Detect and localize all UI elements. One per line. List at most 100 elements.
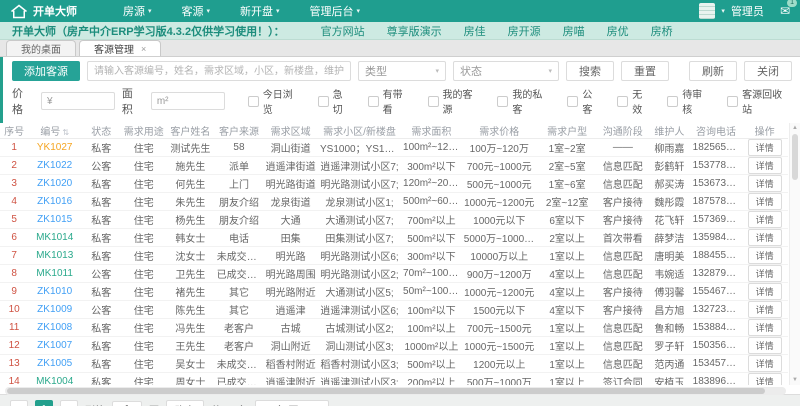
cell-phone: 1327232... (690, 300, 742, 319)
search-button[interactable]: 搜索 (566, 61, 614, 81)
cell-stage: 客户接待 (597, 192, 649, 211)
detail-button[interactable]: 详情 (747, 139, 782, 156)
nav-menu-listings[interactable]: 房源 ▾ (123, 3, 152, 19)
mail-icon[interactable]: ✉ 1 (780, 0, 797, 18)
detail-button[interactable]: 详情 (747, 283, 782, 300)
detail-button[interactable]: 详情 (747, 355, 782, 372)
detail-button[interactable]: 详情 (747, 247, 782, 264)
detail-button[interactable]: 详情 (747, 337, 782, 354)
page-1-button[interactable]: 1 (35, 400, 53, 406)
detail-button[interactable]: 详情 (747, 211, 782, 228)
nav-menu-clients[interactable]: 客源 ▾ (182, 3, 211, 19)
cell-usage: 住宅 (121, 138, 167, 157)
status-select[interactable]: 状态 ▾ (453, 61, 559, 81)
scroll-up-icon[interactable]: ▲ (790, 123, 800, 133)
sort-icon[interactable]: ⇅ (62, 128, 69, 137)
cell-source: 老客户 (214, 336, 264, 355)
filter-checkbox-recycle-bin[interactable]: 客源回收站 (727, 86, 792, 116)
cell-layout: 2室~12室 (536, 192, 598, 211)
banner-link-premium-demo[interactable]: 尊享版演示 (387, 23, 442, 39)
scroll-down-icon[interactable]: ▼ (790, 375, 800, 385)
banner-link-fangyou[interactable]: 房优 (607, 23, 629, 39)
cell-region: 田集 (263, 228, 318, 247)
nav-menu-admin-backend[interactable]: 管理后台 ▾ (310, 3, 361, 19)
vertical-scrollbar-thumb[interactable] (792, 134, 798, 180)
cell-no: 2 (0, 156, 29, 175)
detail-button[interactable]: 详情 (747, 373, 782, 385)
app-logo[interactable]: 开单大师 (10, 3, 77, 19)
close-button[interactable]: 关闭 (744, 61, 792, 81)
table-row: 13 ZK1005 私客 住宅 吴女士 未成交客... 稻香村附近 稻香村测试小区3; 500m… (0, 354, 788, 373)
client-code-link[interactable]: ZK1010 (37, 286, 72, 297)
banner-link-fangkaiyuan[interactable]: 房开源 (508, 23, 541, 39)
client-code-link[interactable]: ZK1005 (37, 358, 72, 369)
area-input[interactable] (173, 94, 224, 108)
add-client-button[interactable]: 添加客源 (12, 61, 80, 81)
cell-price: 700元~1000元 (461, 156, 537, 175)
price-input-wrap: ¥ (40, 92, 115, 110)
detail-button[interactable]: 详情 (747, 175, 782, 192)
client-code-link[interactable]: ZK1008 (37, 322, 72, 333)
detail-button[interactable]: 详情 (747, 265, 782, 282)
cell-source: 未成交客... (214, 246, 264, 265)
nav-menu-label: 客源 (181, 6, 204, 18)
cell-usage: 住宅 (121, 318, 167, 337)
horizontal-scrollbar[interactable] (5, 387, 786, 395)
client-code-link[interactable]: YK1027 (37, 142, 73, 153)
client-code-link[interactable]: ZK1022 (37, 160, 72, 171)
detail-button[interactable]: 详情 (747, 301, 782, 318)
prev-page-button[interactable]: ‹ (10, 400, 28, 406)
page-size-select[interactable]: 30 条/页 ▾ (254, 400, 329, 406)
client-code-link[interactable]: ZK1015 (37, 214, 72, 225)
detail-button[interactable]: 详情 (747, 229, 782, 246)
client-code-link[interactable]: ZK1020 (37, 178, 72, 189)
cell-phone: 1875784... (690, 192, 742, 211)
confirm-page-button[interactable]: 确定 (166, 400, 204, 406)
filter-checkbox-pending-review[interactable]: 待审核 (667, 86, 712, 116)
price-input[interactable] (57, 94, 114, 108)
search-input[interactable] (87, 61, 351, 81)
banner-link-fangjia[interactable]: 房佳 (464, 23, 486, 39)
cell-name: 施先生 (166, 156, 215, 175)
filter-checkbox-my-clients[interactable]: 我的客源 (427, 86, 483, 116)
detail-button[interactable]: 详情 (747, 193, 782, 210)
close-icon[interactable]: × (141, 44, 146, 54)
goto-page-input[interactable] (112, 400, 142, 406)
avatar[interactable] (699, 3, 716, 19)
cell-code: ZK1010 (28, 282, 82, 301)
cell-layout: 4室以上 (536, 282, 598, 301)
horizontal-scrollbar-thumb[interactable] (7, 388, 765, 394)
type-select[interactable]: 类型 ▾ (358, 61, 446, 81)
cell-community: 龙泉测试小区1; (317, 192, 402, 211)
filter-checkbox-has-showing[interactable]: 有带看 (367, 86, 413, 116)
filter-checkbox-my-private-clients[interactable]: 我的私客 (497, 86, 552, 116)
banner-link-fangqiao[interactable]: 房桥 (651, 23, 673, 39)
client-code-link[interactable]: MK1004 (36, 376, 73, 385)
current-user[interactable]: 管理员 (731, 3, 764, 19)
filter-checkbox-public-clients[interactable]: 公客 (567, 86, 602, 116)
vertical-scrollbar[interactable]: ▲ ▼ (789, 123, 800, 385)
filter-checkbox-today-viewed[interactable]: 今日浏览 (247, 86, 303, 116)
client-code-link[interactable]: MK1013 (36, 250, 73, 261)
tab-my-desktop[interactable]: 我的桌面 (6, 40, 76, 56)
cell-code: ZK1015 (28, 210, 82, 229)
client-code-link[interactable]: ZK1007 (37, 340, 72, 351)
banner-link-fangmiao[interactable]: 房喵 (563, 23, 585, 39)
detail-button[interactable]: 详情 (747, 319, 782, 336)
next-page-button[interactable]: › (60, 400, 78, 406)
client-code-link[interactable]: MK1011 (36, 268, 73, 279)
filter-checkbox-urgent[interactable]: 急切 (317, 86, 353, 116)
client-code-link[interactable]: MK1014 (36, 232, 73, 243)
filter-checkbox-invalid[interactable]: 无效 (617, 86, 652, 116)
cell-code: ZK1020 (28, 174, 82, 193)
client-code-link[interactable]: ZK1009 (37, 304, 72, 315)
refresh-button[interactable]: 刷新 (689, 61, 737, 81)
client-code-link[interactable]: ZK1016 (37, 196, 72, 207)
reset-button[interactable]: 重置 (621, 61, 669, 81)
status-select-value: 状态 (460, 66, 482, 78)
banner-link-official-site[interactable]: 官方网站 (321, 23, 365, 39)
cell-region: 大通 (263, 210, 318, 229)
nav-menu-new-developments[interactable]: 新开盘 ▾ (240, 3, 280, 19)
tab-client-management[interactable]: 客源管理 × (79, 40, 162, 56)
detail-button[interactable]: 详情 (747, 157, 782, 174)
